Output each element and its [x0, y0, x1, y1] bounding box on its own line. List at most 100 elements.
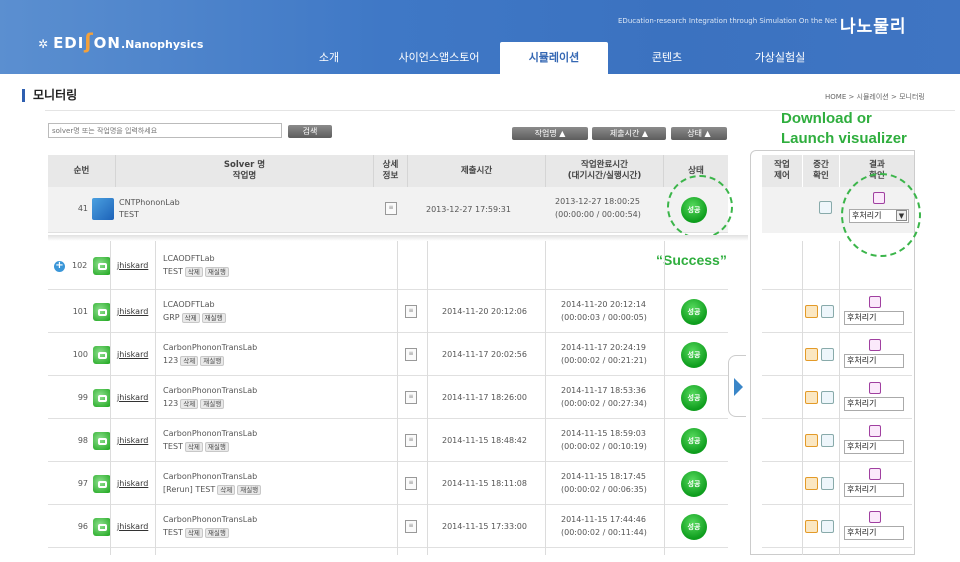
delete-tag-button[interactable]: 삭제 [181, 313, 200, 323]
log-icon[interactable] [805, 391, 818, 404]
chart-icon[interactable] [821, 520, 834, 533]
annotation-launch: Launch visualizer [781, 130, 907, 147]
result-row: 후처리기 [762, 333, 912, 376]
detail-doc-icon[interactable]: ≡ [405, 434, 417, 447]
user-link[interactable]: jhiskard [117, 479, 148, 488]
search-input[interactable] [48, 123, 282, 138]
log-icon[interactable] [805, 520, 818, 533]
result-row [762, 241, 912, 290]
user-link[interactable]: jhiskard [117, 393, 148, 402]
save-icon[interactable] [869, 425, 881, 437]
log-icon[interactable] [805, 305, 818, 318]
detail-doc-icon[interactable]: ≡ [405, 477, 417, 490]
user-link[interactable]: jhiskard [117, 261, 148, 270]
divider [545, 241, 546, 555]
nav-item-virtual-lab[interactable]: 가상실험실 [735, 42, 825, 74]
delete-tag-button[interactable]: 삭제 [184, 267, 203, 277]
delete-tag-button[interactable]: 삭제 [217, 485, 236, 495]
status-success-badge: 성공 [681, 514, 707, 540]
postprocessor-select[interactable]: 후처리기 [844, 397, 904, 411]
chart-icon[interactable] [821, 348, 834, 361]
nanophysics-brand[interactable]: 나노물리 [840, 12, 907, 37]
solver-thumbnail-icon [92, 198, 114, 220]
nav-item-appstore[interactable]: 사이언스앱스토어 [385, 42, 493, 74]
rerun-tag-button[interactable]: 재실행 [204, 267, 229, 277]
table-row[interactable]: +102 jhiskard LCAODFTLab TEST 삭제 재실행 [48, 241, 728, 290]
delete-tag-button[interactable]: 삭제 [180, 399, 199, 409]
delete-tag-button[interactable]: 삭제 [184, 528, 203, 538]
status-success-badge: 성공 [681, 471, 707, 497]
nav-item-simulation[interactable]: 시뮬레이션 [500, 42, 608, 74]
rerun-tag-button[interactable]: 재실행 [204, 442, 229, 452]
user-link[interactable]: jhiskard [117, 522, 148, 531]
detail-doc-icon[interactable]: ≡ [405, 391, 417, 404]
user-link[interactable]: jhiskard [117, 436, 148, 445]
detail-doc-icon[interactable]: ≡ [405, 520, 417, 533]
job-name-line: [Rerun] TEST 삭제 재실행 [163, 485, 262, 495]
chart-icon[interactable] [821, 477, 834, 490]
rerun-tag-button[interactable]: 재실행 [200, 399, 225, 409]
user-link[interactable]: jhiskard [117, 350, 148, 359]
save-icon[interactable] [869, 296, 881, 308]
job-status-icon [93, 346, 111, 364]
rerun-tag-button[interactable]: 재실행 [237, 485, 262, 495]
col-solver: Solver 명 작업명 [116, 155, 374, 187]
log-icon[interactable] [805, 348, 818, 361]
header-bar: ✲ EDIʃON.Nanophysics EDucation-research I… [0, 0, 960, 74]
status-success-badge: 성공 [681, 385, 707, 411]
table-row[interactable]: 98 jhiskard CarbonPhononTransLab TEST 삭제 재실행 ≡… [48, 419, 728, 462]
job-name-line: TEST 삭제 재실행 [163, 528, 229, 538]
rerun-tag-button[interactable]: 재실행 [201, 313, 226, 323]
nav-item-contents[interactable]: 콘텐츠 [625, 42, 709, 74]
save-icon[interactable] [869, 468, 881, 480]
col-seq: 순번 [48, 155, 116, 187]
chart-icon[interactable] [821, 305, 834, 318]
chart-icon[interactable] [821, 434, 834, 447]
col-submit-time: 제출시간 [408, 155, 546, 187]
log-icon[interactable] [805, 434, 818, 447]
col-mid-check: 중간 확인 [803, 155, 839, 187]
detail-doc-icon[interactable]: ≡ [405, 348, 417, 361]
chart-icon[interactable] [819, 201, 832, 214]
sort-status-button[interactable]: 상태 ▲ [671, 127, 727, 140]
rerun-tag-button[interactable]: 재실행 [204, 528, 229, 538]
postprocessor-select[interactable]: 후처리기 [844, 483, 904, 497]
save-icon[interactable] [869, 511, 881, 523]
expand-plus-icon[interactable]: + [54, 261, 65, 272]
rerun-tag-button[interactable]: 재실행 [200, 356, 225, 366]
postprocessor-select[interactable]: 후처리기 [844, 354, 904, 368]
table-row[interactable]: 41 CNTPhononLab TEST ≡ 2013-12-27 17:59:… [48, 187, 728, 233]
save-icon[interactable] [869, 339, 881, 351]
col-job-control: 작업 제어 [762, 155, 802, 187]
delete-tag-button[interactable]: 삭제 [180, 356, 199, 366]
save-icon[interactable] [869, 382, 881, 394]
divider [664, 241, 665, 555]
search-button[interactable]: 검색 [288, 125, 332, 138]
table-row[interactable]: 100 jhiskard CarbonPhononTransLab 123 삭제 재실행 ≡… [48, 333, 728, 376]
nav-item-intro[interactable]: 소개 [297, 42, 361, 74]
sort-submit-button[interactable]: 제출시간 ▲ [592, 127, 666, 140]
status-success-badge: 성공 [681, 428, 707, 454]
user-link[interactable]: jhiskard [117, 307, 148, 316]
chart-icon[interactable] [821, 391, 834, 404]
job-name-line: GRP 삭제 재실행 [163, 313, 226, 323]
job-status-icon [93, 257, 111, 275]
table-row[interactable]: 99 jhiskard CarbonPhononTransLab 123 삭제 재실행 ≡ 2… [48, 376, 728, 419]
table-row[interactable]: 101 jhiskard LCAODFTLab GRP 삭제 재실행 ≡ 2014-11-20… [48, 290, 728, 333]
divider [397, 241, 398, 555]
job-status-icon [93, 518, 111, 536]
delete-tag-button[interactable]: 삭제 [184, 442, 203, 452]
sort-jobname-button[interactable]: 작업명 ▲ [512, 127, 588, 140]
postprocessor-select[interactable]: 후처리기 [844, 440, 904, 454]
edison-logo[interactable]: ✲ EDIʃON.Nanophysics [38, 31, 203, 52]
status-success-badge: 성공 [681, 342, 707, 368]
detail-doc-icon[interactable]: ≡ [405, 305, 417, 318]
detail-doc-icon[interactable]: ≡ [385, 202, 397, 215]
postprocessor-select[interactable]: 후처리기 [844, 526, 904, 540]
chevron-right-icon [734, 378, 743, 396]
table-row[interactable]: 97 jhiskard CarbonPhononTransLab [Rerun] TE… [48, 462, 728, 505]
log-icon[interactable] [805, 477, 818, 490]
table-row[interactable]: 96 jhiskard CarbonPhononTransLab TEST 삭제 재실행 ≡… [48, 505, 728, 548]
panel-toggle-tab[interactable] [728, 355, 746, 417]
postprocessor-select[interactable]: 후처리기 [844, 311, 904, 325]
